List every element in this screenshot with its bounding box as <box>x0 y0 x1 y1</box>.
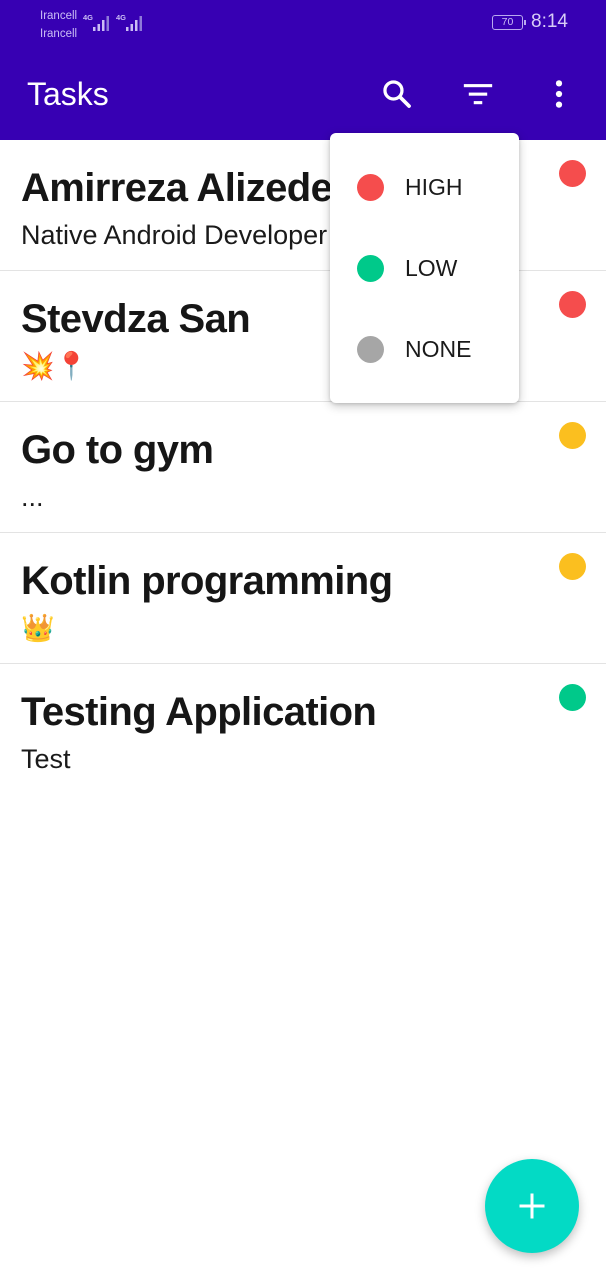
filter-icon <box>463 84 493 105</box>
filter-option-label: LOW <box>405 255 458 281</box>
task-title: Stevdza San <box>21 297 251 341</box>
task-title: Amirreza Alizedeh <box>21 166 357 210</box>
filter-option-none[interactable]: NONE <box>330 309 519 389</box>
top-bar: Irancell Irancell 4G 4G 70 8:14 Tasks <box>0 0 606 140</box>
priority-dot-none <box>357 336 384 363</box>
more-vert-icon <box>555 80 563 108</box>
task-description: Test <box>21 744 71 774</box>
carrier-2: Irancell <box>40 28 78 40</box>
search-button[interactable] <box>371 68 423 120</box>
task-description: ... <box>21 482 44 512</box>
search-icon <box>383 80 411 108</box>
priority-indicator <box>559 291 586 318</box>
filter-option-label: HIGH <box>405 174 463 200</box>
task-description: 💥📍 <box>21 351 89 381</box>
priority-indicator <box>559 684 586 711</box>
priority-dot-low <box>357 255 384 282</box>
status-bar: Irancell Irancell 4G 4G 70 8:14 <box>0 0 606 48</box>
priority-filter-menu: HIGH LOW NONE <box>330 133 519 403</box>
page-title: Tasks <box>27 76 109 112</box>
signal-icon <box>126 16 142 31</box>
status-time: 8:14 <box>531 11 568 32</box>
carrier-names: Irancell Irancell <box>40 7 77 43</box>
task-description: Native Android Developer <box>21 220 328 250</box>
add-icon <box>519 1193 545 1219</box>
task-row[interactable]: Testing Application Test <box>0 664 606 795</box>
more-options-button[interactable] <box>533 68 585 120</box>
battery-icon: 70 <box>492 15 526 30</box>
task-row[interactable]: Go to gym ... <box>0 402 606 533</box>
priority-indicator <box>559 422 586 449</box>
task-row[interactable]: Kotlin programming 👑 <box>0 533 606 664</box>
filter-option-label: NONE <box>405 336 472 362</box>
carrier-1: Irancell <box>40 10 78 22</box>
priority-dot-high <box>357 174 384 201</box>
priority-indicator <box>559 553 586 580</box>
task-title: Testing Application <box>21 690 377 734</box>
filter-option-high[interactable]: HIGH <box>330 147 519 227</box>
task-description: 👑 <box>21 613 55 643</box>
filter-option-low[interactable]: LOW <box>330 228 519 308</box>
signal-icon <box>93 16 109 31</box>
task-title: Go to gym <box>21 428 214 472</box>
filter-button[interactable] <box>452 68 504 120</box>
priority-indicator <box>559 160 586 187</box>
add-task-button[interactable] <box>485 1159 579 1253</box>
task-title: Kotlin programming <box>21 559 393 603</box>
